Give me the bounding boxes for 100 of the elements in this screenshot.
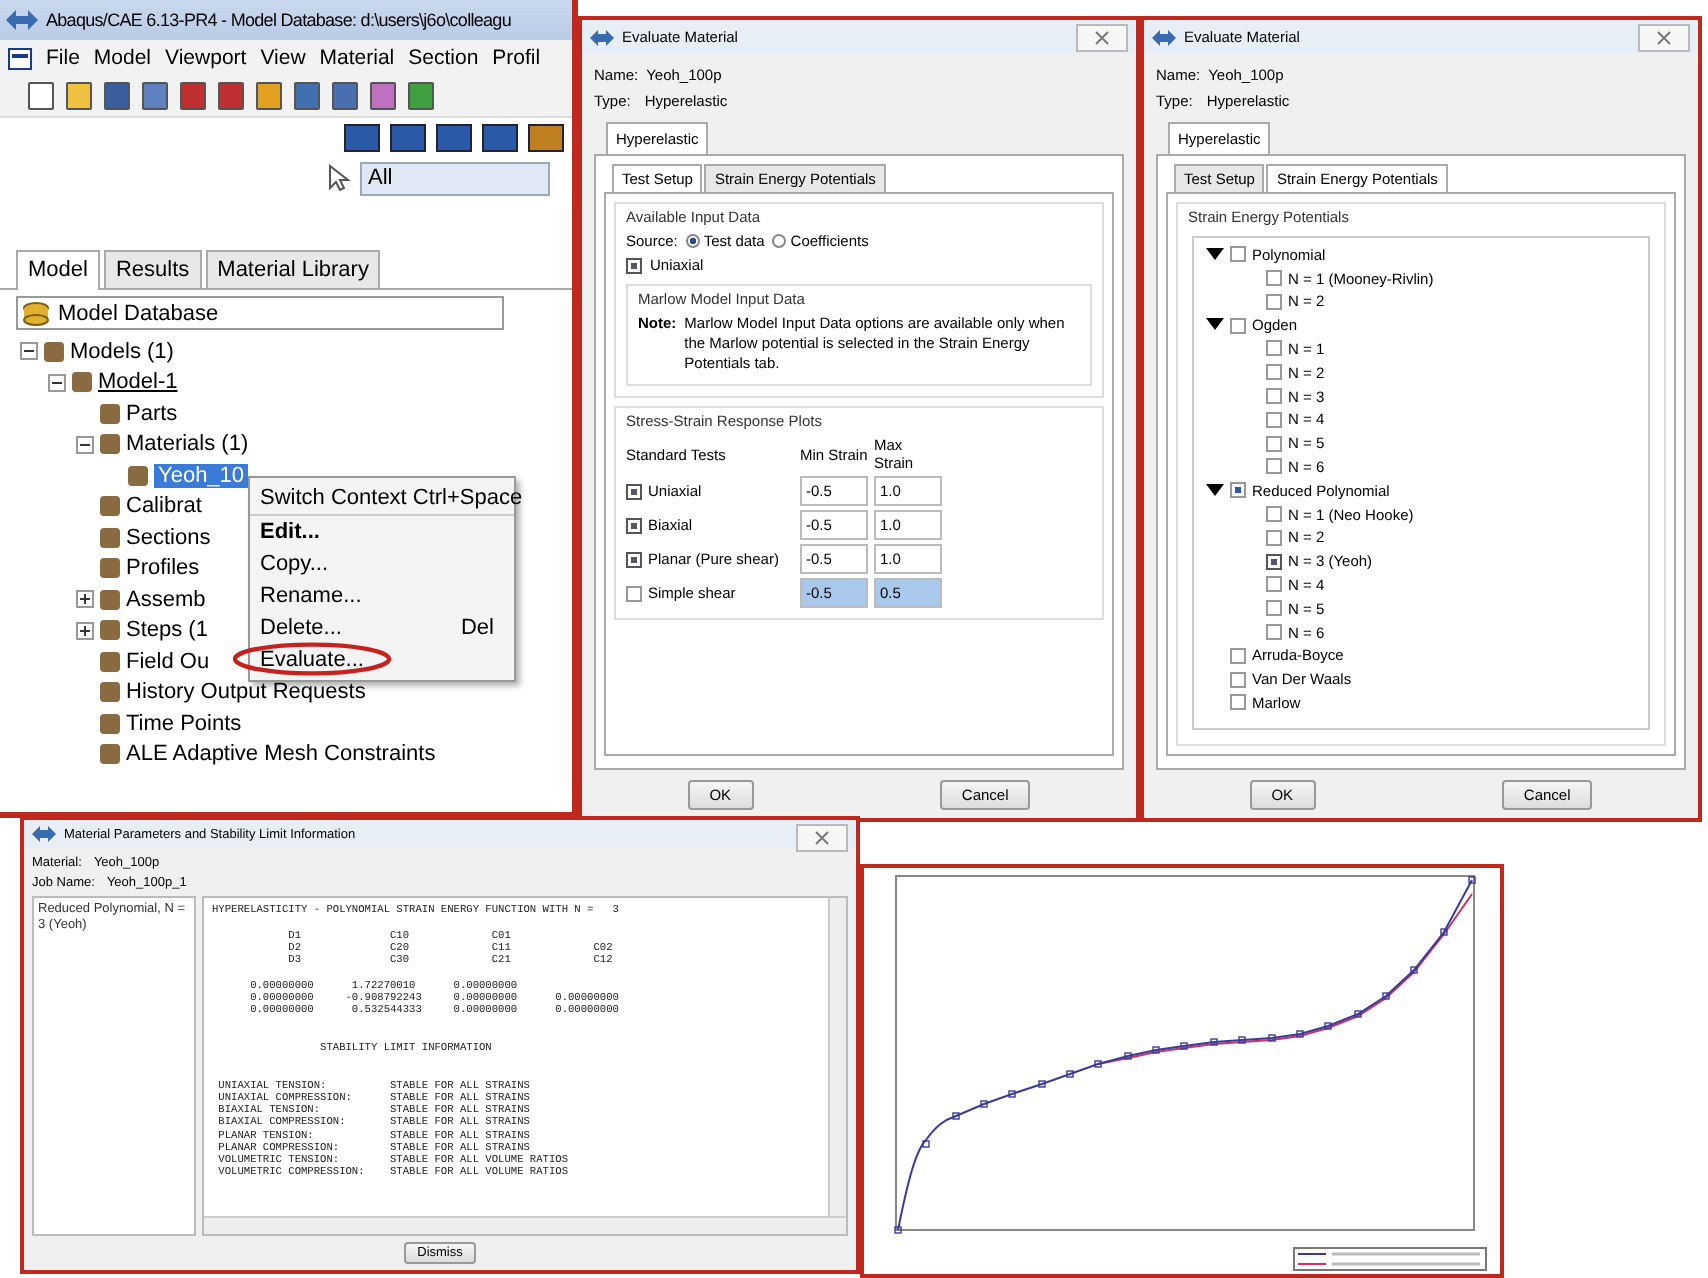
app-logo-icon xyxy=(32,824,56,844)
menu-item[interactable]: Profil xyxy=(492,46,541,70)
checkbox[interactable] xyxy=(1230,671,1246,688)
checkbox[interactable] xyxy=(1230,317,1246,334)
tree-item[interactable]: Materials (1) xyxy=(126,432,249,457)
tree-node-icon xyxy=(100,558,120,579)
collapse-icon[interactable] xyxy=(76,435,94,454)
collapse-icon[interactable] xyxy=(20,342,38,361)
close-button[interactable] xyxy=(1638,24,1690,52)
tree-node-icon xyxy=(128,465,148,486)
close-icon xyxy=(814,830,830,846)
tree-node-icon xyxy=(100,589,120,610)
close-icon xyxy=(1656,30,1672,46)
menu-item[interactable]: View xyxy=(260,46,306,70)
expand-icon[interactable] xyxy=(76,590,94,609)
tree-node-icon xyxy=(72,372,92,393)
tree-node-icon xyxy=(100,527,120,548)
data-point-marker xyxy=(1468,876,1476,884)
data-point-marker xyxy=(1268,1034,1276,1042)
app-logo-icon xyxy=(4,8,40,32)
checkbox[interactable] xyxy=(1266,340,1282,357)
checkbox[interactable] xyxy=(1266,411,1282,428)
checkbox[interactable] xyxy=(1266,624,1282,640)
tree-item[interactable]: Sections xyxy=(126,525,211,550)
tree-item[interactable]: Models (1) xyxy=(70,339,174,364)
data-point-marker xyxy=(1038,1080,1046,1088)
tree-item[interactable]: ALE Adaptive Mesh Constraints xyxy=(126,742,436,767)
data-point-marker xyxy=(922,1140,930,1148)
checkbox[interactable] xyxy=(626,257,642,273)
tree-item[interactable]: Model-1 xyxy=(98,370,178,395)
radio-button[interactable] xyxy=(772,234,787,248)
collapse-icon[interactable] xyxy=(48,373,66,392)
context-menu-item[interactable]: Rename... xyxy=(250,580,514,612)
pointer-icon[interactable] xyxy=(324,164,352,192)
database-icon xyxy=(22,301,50,325)
checkbox[interactable] xyxy=(626,517,642,534)
expanded-arrow-icon[interactable] xyxy=(1206,318,1224,333)
context-menu-item[interactable]: Evaluate... xyxy=(250,644,514,676)
checkbox[interactable] xyxy=(1266,388,1282,405)
checkbox[interactable] xyxy=(626,483,642,500)
menu-item[interactable]: Model xyxy=(93,46,152,70)
menu-item-label: Copy... xyxy=(260,552,329,576)
vertical-scrollbar[interactable] xyxy=(828,898,846,1216)
tree-item[interactable]: Profiles xyxy=(126,556,200,581)
panel-tab[interactable]: Results xyxy=(103,250,202,288)
data-point-marker xyxy=(1354,1010,1362,1018)
checkbox[interactable] xyxy=(1266,364,1282,381)
data-point-marker xyxy=(1382,992,1390,1000)
data-point-marker xyxy=(952,1112,960,1120)
checkbox[interactable] xyxy=(1230,647,1246,664)
tree-item[interactable]: Time Points xyxy=(126,711,242,736)
checkbox[interactable] xyxy=(1266,458,1282,475)
close-button[interactable] xyxy=(1076,24,1128,52)
context-menu-item[interactable]: Delete... Del xyxy=(250,612,514,644)
checkbox[interactable] xyxy=(1266,576,1282,593)
app-logo-icon xyxy=(1152,27,1176,47)
menu-item-label: Edit... xyxy=(260,520,320,544)
checkbox[interactable] xyxy=(626,585,642,602)
checkbox[interactable] xyxy=(1230,482,1246,499)
checkbox[interactable] xyxy=(1266,553,1282,570)
menu-item[interactable]: Viewport xyxy=(165,46,247,70)
close-icon xyxy=(1094,30,1110,46)
checkbox[interactable] xyxy=(1266,506,1282,523)
tree-item[interactable]: Steps (1 xyxy=(126,618,208,643)
horizontal-scrollbar[interactable] xyxy=(204,1216,846,1234)
data-point-marker xyxy=(1440,928,1448,936)
expanded-arrow-icon[interactable] xyxy=(1206,483,1224,498)
context-menu-item[interactable]: Copy... xyxy=(250,548,514,580)
data-point-marker xyxy=(1238,1036,1246,1044)
tree-node-icon xyxy=(100,651,120,672)
tree-item[interactable]: Yeoh_10 xyxy=(154,463,249,488)
expand-icon[interactable] xyxy=(76,621,94,640)
window-menu-icon[interactable] xyxy=(8,47,32,69)
tree-node-icon xyxy=(100,682,120,703)
menu-item[interactable]: Material xyxy=(319,46,395,70)
panel-tab[interactable]: Material Library xyxy=(205,250,381,288)
selection-filter-dropdown[interactable]: All xyxy=(360,161,550,195)
checkbox[interactable] xyxy=(626,551,642,568)
checkbox[interactable] xyxy=(1230,694,1246,711)
tree-item[interactable]: Assemb xyxy=(126,587,206,612)
tree-item[interactable]: Field Ou xyxy=(126,649,210,674)
checkbox[interactable] xyxy=(1266,435,1282,452)
tree-item[interactable]: Calibrat xyxy=(126,494,202,519)
checkbox[interactable] xyxy=(1266,293,1282,310)
tree-node-icon xyxy=(100,496,120,517)
checkbox[interactable] xyxy=(1266,529,1282,546)
checkbox[interactable] xyxy=(1230,246,1246,263)
radio-button[interactable] xyxy=(685,234,700,248)
close-button[interactable] xyxy=(796,824,848,852)
database-dropdown[interactable]: Model Database xyxy=(16,296,504,330)
menu-item[interactable]: File xyxy=(46,46,80,70)
data-point-marker xyxy=(1180,1042,1188,1050)
context-menu-item[interactable]: Edit... xyxy=(250,516,514,548)
expanded-arrow-icon[interactable] xyxy=(1206,247,1224,262)
tree-item[interactable]: History Output Requests xyxy=(126,680,366,705)
menu-item[interactable]: Section xyxy=(408,46,479,70)
tree-item[interactable]: Parts xyxy=(126,401,178,426)
checkbox[interactable] xyxy=(1266,270,1282,287)
checkbox[interactable] xyxy=(1266,600,1282,617)
panel-tab[interactable]: Model xyxy=(16,250,100,290)
